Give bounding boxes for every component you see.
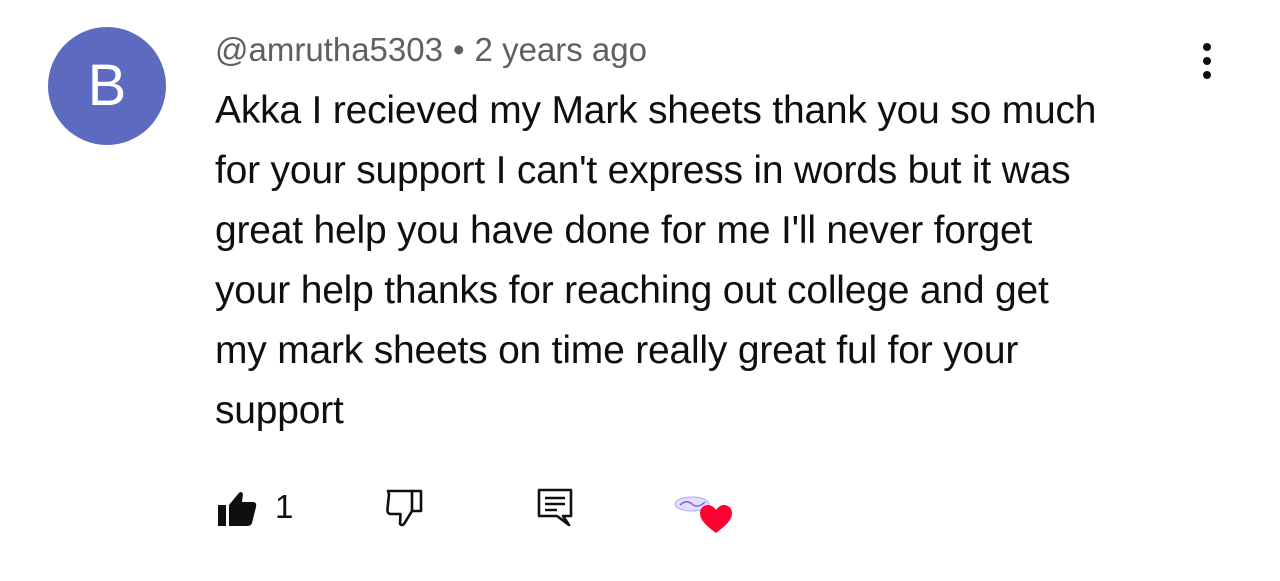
avatar-letter: B [87,53,127,118]
like-button[interactable] [215,488,259,528]
comment-thread: B @amrutha5303 • 2 years ago Akka I reciev… [0,0,1280,581]
like-count: 1 [275,488,294,525]
meta-separator: • [452,31,465,68]
avatar[interactable]: B [48,27,166,145]
comment-reply-icon [533,488,577,532]
comment-timestamp[interactable]: 2 years ago [475,31,647,68]
dislike-button[interactable] [383,488,427,528]
reply-button[interactable] [533,486,577,528]
creator-heart-icon [674,491,738,537]
author-handle[interactable]: @amrutha5303 [215,31,443,68]
heart-shape [700,505,732,533]
thumb-down-outline-icon [383,489,427,532]
comment-text: Akka I recieved my Mark sheets thank you… [215,89,1097,432]
thumb-up-filled-icon [215,492,259,532]
comment-action-bar: 1 [215,483,775,533]
comment-header: @amrutha5303 • 2 years ago [215,28,647,72]
more-vert-icon[interactable] [1187,40,1227,84]
